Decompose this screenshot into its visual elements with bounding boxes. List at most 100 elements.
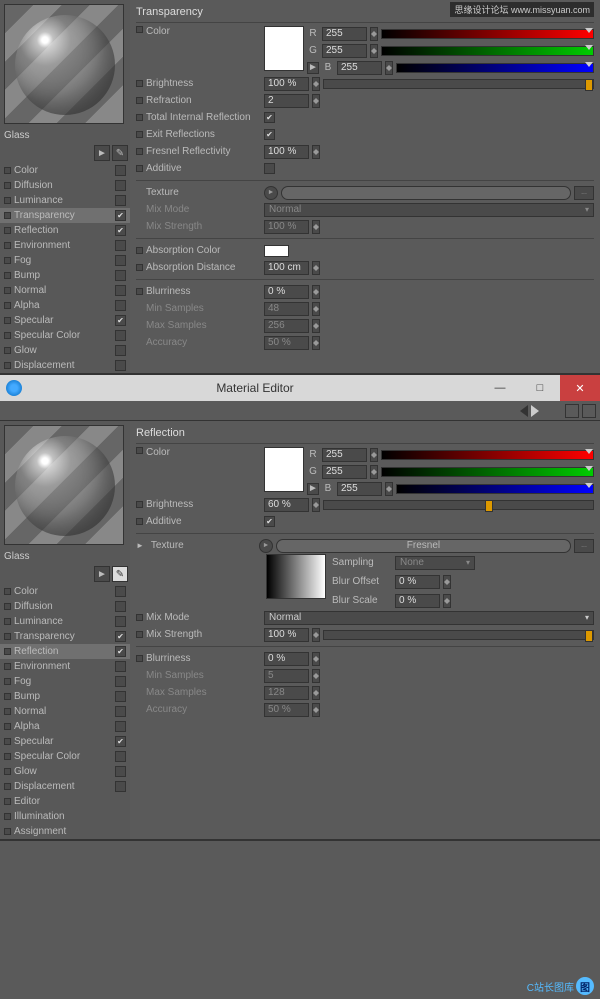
texture-expand-icon[interactable]: ► — [136, 541, 144, 550]
g-slider[interactable] — [381, 46, 594, 56]
expand-toggle[interactable] — [136, 518, 143, 525]
b-slider[interactable] — [396, 484, 594, 494]
channel-normal[interactable]: Normal — [0, 704, 130, 719]
expand-toggle[interactable] — [4, 693, 11, 700]
expand-toggle[interactable] — [4, 738, 11, 745]
channel-bump[interactable]: Bump — [0, 268, 130, 283]
blurriness-input[interactable]: 0 % — [264, 652, 309, 666]
expand-toggle[interactable] — [136, 247, 143, 254]
channel-specular[interactable]: Specular — [0, 734, 130, 749]
channel-checkbox[interactable] — [115, 781, 126, 792]
browse-button[interactable]: ... — [574, 186, 594, 200]
abs-dist-input[interactable]: 100 cm — [264, 261, 309, 275]
r-slider[interactable] — [381, 450, 594, 460]
channel-checkbox[interactable] — [115, 736, 126, 747]
exit-reflections-checkbox[interactable] — [264, 129, 275, 140]
channel-glow[interactable]: Glow — [0, 764, 130, 779]
channel-checkbox[interactable] — [115, 706, 126, 717]
expand-toggle[interactable] — [4, 287, 11, 294]
channel-luminance[interactable]: Luminance — [0, 614, 130, 629]
channel-checkbox[interactable] — [115, 676, 126, 687]
r-spinner[interactable] — [370, 27, 378, 41]
material-preview[interactable] — [4, 4, 124, 124]
expand-toggle[interactable] — [4, 663, 11, 670]
channel-diffusion[interactable]: Diffusion — [0, 178, 130, 193]
channel-alpha[interactable]: Alpha — [0, 298, 130, 313]
color-swatch[interactable] — [264, 26, 304, 71]
channel-checkbox[interactable] — [115, 631, 126, 642]
expand-toggle[interactable] — [136, 264, 143, 271]
channel-checkbox[interactable] — [115, 601, 126, 612]
brightness-input[interactable]: 60 % — [264, 498, 309, 512]
channel-checkbox[interactable] — [115, 646, 126, 657]
channel-checkbox[interactable] — [115, 661, 126, 672]
picker-icon[interactable]: ✎ — [112, 145, 128, 161]
additive-checkbox[interactable] — [264, 516, 275, 527]
expand-toggle[interactable] — [4, 588, 11, 595]
blur-offset-spinner[interactable] — [443, 575, 451, 589]
minimize-button[interactable]: — — [480, 375, 520, 401]
b-input[interactable]: 255 — [337, 482, 382, 496]
nav-arrow-icon[interactable]: ► — [94, 566, 110, 582]
channel-luminance[interactable]: Luminance — [0, 193, 130, 208]
channel-glow[interactable]: Glow — [0, 343, 130, 358]
r-spinner[interactable] — [370, 448, 378, 462]
close-button[interactable]: ✕ — [560, 375, 600, 401]
color-picker-icon[interactable]: ► — [307, 62, 319, 74]
mix-mode-dropdown[interactable]: Normal — [264, 611, 594, 625]
material-name[interactable]: Glass — [0, 549, 130, 564]
expand-toggle[interactable] — [4, 708, 11, 715]
channel-normal[interactable]: Normal — [0, 283, 130, 298]
channel-environment[interactable]: Environment — [0, 238, 130, 253]
blur-scale-spinner[interactable] — [443, 594, 451, 608]
expand-toggle[interactable] — [4, 603, 11, 610]
picker-icon[interactable]: ✎ — [112, 566, 128, 582]
expand-toggle[interactable] — [136, 165, 143, 172]
r-input[interactable]: 255 — [322, 27, 367, 41]
expand-toggle[interactable] — [4, 648, 11, 655]
refraction-spinner[interactable] — [312, 94, 320, 108]
channel-checkbox[interactable] — [115, 300, 126, 311]
b-slider[interactable] — [396, 63, 594, 73]
texture-menu-icon[interactable] — [264, 186, 278, 200]
expand-toggle[interactable] — [136, 148, 143, 155]
sampling-dropdown[interactable]: None — [395, 556, 475, 570]
nav-arrow-icon[interactable]: ► — [94, 145, 110, 161]
brightness-spinner[interactable] — [312, 498, 320, 512]
expand-toggle[interactable] — [136, 501, 143, 508]
expand-toggle[interactable] — [4, 272, 11, 279]
brightness-input[interactable]: 100 % — [264, 77, 309, 91]
expand-toggle[interactable] — [4, 317, 11, 324]
g-input[interactable]: 255 — [322, 44, 367, 58]
color-swatch[interactable] — [264, 447, 304, 492]
g-spinner[interactable] — [370, 465, 378, 479]
expand-toggle[interactable] — [4, 182, 11, 189]
channel-checkbox[interactable] — [115, 270, 126, 281]
lock-icon[interactable] — [565, 404, 579, 418]
channel-assignment[interactable]: Assignment — [0, 824, 130, 839]
channel-checkbox[interactable] — [115, 255, 126, 266]
maximize-button[interactable]: □ — [520, 375, 560, 401]
mix-strength-input[interactable]: 100 % — [264, 628, 309, 642]
channel-checkbox[interactable] — [115, 751, 126, 762]
expand-toggle[interactable] — [4, 167, 11, 174]
expand-toggle[interactable] — [4, 242, 11, 249]
channel-checkbox[interactable] — [115, 691, 126, 702]
tir-checkbox[interactable] — [264, 112, 275, 123]
channel-environment[interactable]: Environment — [0, 659, 130, 674]
material-preview[interactable] — [4, 425, 124, 545]
channel-checkbox[interactable] — [115, 195, 126, 206]
expand-toggle[interactable] — [4, 723, 11, 730]
window-titlebar[interactable]: Material Editor — □ ✕ — [0, 375, 600, 401]
channel-fog[interactable]: Fog — [0, 253, 130, 268]
channel-checkbox[interactable] — [115, 721, 126, 732]
brightness-spinner[interactable] — [312, 77, 320, 91]
b-spinner[interactable] — [385, 482, 393, 496]
channel-reflection[interactable]: Reflection — [0, 644, 130, 659]
channel-checkbox[interactable] — [115, 225, 126, 236]
browse-button[interactable]: ... — [574, 539, 594, 553]
expand-toggle[interactable] — [4, 212, 11, 219]
expand-toggle[interactable] — [4, 813, 11, 820]
channel-diffusion[interactable]: Diffusion — [0, 599, 130, 614]
expand-toggle[interactable] — [136, 288, 143, 295]
